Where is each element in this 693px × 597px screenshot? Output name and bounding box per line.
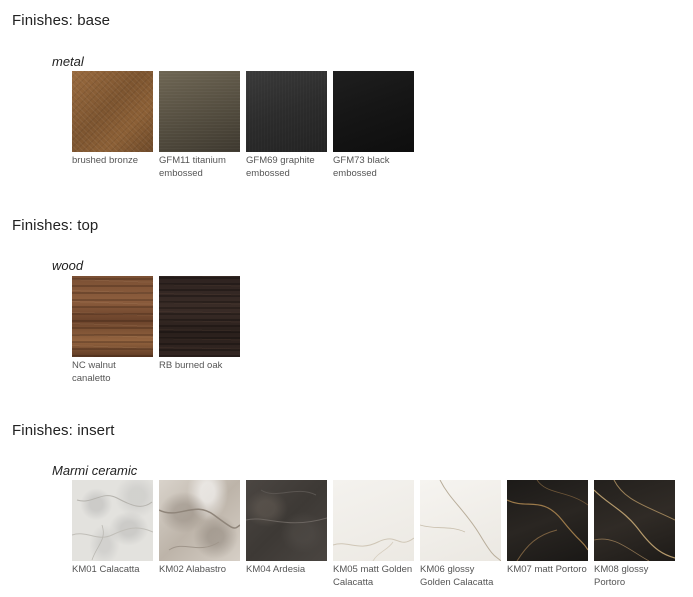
marble-veins (594, 480, 675, 561)
swatch-ardesia[interactable]: KM04 Ardesia (246, 480, 327, 589)
marble-veins (246, 489, 327, 524)
category-metal: metal (52, 54, 84, 69)
swatch-image-black[interactable] (333, 71, 414, 152)
swatch-image-ardesia[interactable] (246, 480, 327, 561)
swatch-label: KM01 Calacatta (72, 564, 140, 575)
swatch-image-portoro-glossy[interactable] (594, 480, 675, 561)
category-wood: wood (52, 258, 84, 273)
swatch-alabastro[interactable]: KM02 Alabastro (159, 480, 240, 589)
swatch-image-calacatta[interactable] (72, 480, 153, 561)
swatch-titanium[interactable]: GFM11 titanium embossed (159, 71, 240, 180)
swatch-golden-calacatta-glossy[interactable]: KM06 glossy Golden Calacatta (420, 480, 501, 589)
swatch-brushed-bronze[interactable]: brushed bronze (72, 71, 153, 180)
swatch-label: KM05 matt Golden Calacatta (333, 564, 413, 588)
marble-veins (507, 480, 588, 561)
swatch-row-base: brushed bronze GFM11 titanium embossed G… (72, 71, 414, 180)
swatch-label: GFM69 graphite embossed (246, 155, 315, 179)
swatch-label: RB burned oak (159, 360, 223, 371)
swatch-label: KM07 matt Portoro (507, 564, 587, 575)
marble-veins (72, 495, 153, 561)
swatch-label: brushed bronze (72, 155, 139, 166)
swatch-walnut[interactable]: NC walnut canaletto (72, 276, 153, 385)
swatch-label: NC walnut canaletto (72, 360, 116, 384)
section-title-insert: Finishes: insert (12, 422, 115, 439)
swatch-image-walnut[interactable] (72, 276, 153, 357)
swatch-label: KM02 Alabastro (159, 564, 227, 575)
swatch-image-graphite[interactable] (246, 71, 327, 152)
swatch-portoro-matt[interactable]: KM07 matt Portoro (507, 480, 588, 589)
swatch-calacatta[interactable]: KM01 Calacatta (72, 480, 153, 589)
swatch-label: KM06 glossy Golden Calacatta (420, 564, 494, 588)
swatch-label: GFM73 black embossed (333, 155, 390, 179)
swatch-golden-calacatta-matt[interactable]: KM05 matt Golden Calacatta (333, 480, 414, 589)
section-title-base: Finishes: base (12, 12, 111, 29)
swatch-image-portoro-matt[interactable] (507, 480, 588, 561)
swatch-row-top: NC walnut canaletto RB burned oak (72, 276, 240, 385)
marble-veins (420, 480, 501, 561)
swatch-label: KM04 Ardesia (246, 564, 306, 575)
section-title-top: Finishes: top (12, 217, 99, 234)
swatch-portoro-glossy[interactable]: KM08 glossy Portoro (594, 480, 675, 589)
swatch-label: GFM11 titanium embossed (159, 155, 226, 179)
swatch-image-golden-calacatta-matt[interactable] (333, 480, 414, 561)
swatch-image-alabastro[interactable] (159, 480, 240, 561)
marble-veins (333, 537, 414, 561)
swatch-row-insert: KM01 Calacatta KM02 Alabastro KM04 Ardes… (72, 480, 675, 589)
swatch-label: KM08 glossy Portoro (594, 564, 649, 588)
swatch-image-burned-oak[interactable] (159, 276, 240, 357)
swatch-image-brushed-bronze[interactable] (72, 71, 153, 152)
swatch-image-golden-calacatta-glossy[interactable] (420, 480, 501, 561)
category-marmi-ceramic: Marmi ceramic (52, 463, 138, 478)
swatch-image-titanium[interactable] (159, 71, 240, 152)
swatch-black[interactable]: GFM73 black embossed (333, 71, 414, 180)
swatch-burned-oak[interactable]: RB burned oak (159, 276, 240, 385)
marble-veins (159, 508, 240, 551)
swatch-graphite[interactable]: GFM69 graphite embossed (246, 71, 327, 180)
